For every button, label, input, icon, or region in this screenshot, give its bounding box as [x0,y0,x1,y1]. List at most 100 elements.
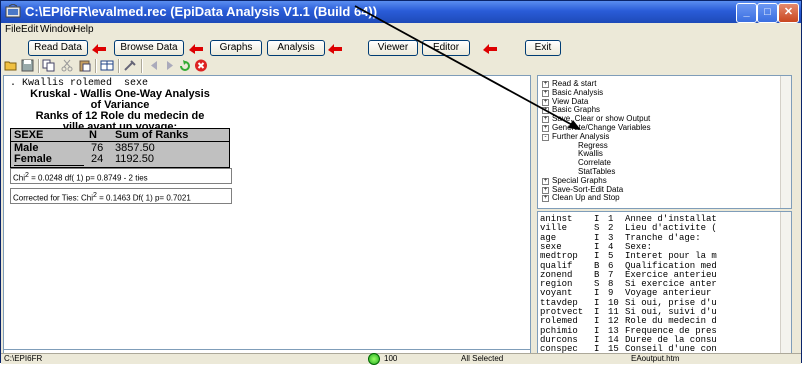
ranks-table: SEXE N Sum of Ranks Male 76 3857.50 Fema… [10,128,230,168]
cut-icon[interactable] [60,59,74,72]
tree-node-label: Read & start [552,79,597,88]
menu-window[interactable]: Window [40,24,76,35]
tree-node[interactable]: Special Graphs [552,176,607,185]
chi-square-result: Chi2 = 0.0248 df( 1) p= 0.8749 - 2 ties [10,168,232,184]
tree-node[interactable]: Save-Sort-Edit Data [552,185,623,194]
title-bar[interactable]: C:\EPI6FR\evalmed.rec (EpiData Analysis … [1,1,801,23]
forward-icon[interactable] [163,59,177,72]
expand-icon[interactable]: + [542,125,549,132]
menu-edit[interactable]: Edit [21,24,38,35]
tree-node[interactable]: View Data [552,97,588,106]
analysis-button[interactable]: Analysis [267,40,325,56]
status-bar: C:\EPI6FR 100 All Selected EAoutput.htm [1,353,801,365]
tools-icon[interactable] [123,59,137,72]
red-arrow-icon [92,44,106,54]
read-data-button[interactable]: Read Data [28,40,88,56]
expand-icon[interactable]: + [542,98,549,106]
tree-node[interactable]: Correlate [578,158,611,167]
status-output-file: EAoutput.htm [631,354,680,363]
status-selection: All Selected [461,354,504,363]
expand-icon[interactable]: + [542,81,549,88]
stop-icon[interactable] [194,59,208,72]
tree-node-label: StatTables [578,167,616,176]
expand-icon[interactable]: + [542,177,549,185]
tree-node[interactable]: Regress [578,141,608,150]
refresh-icon[interactable] [178,59,192,72]
app-icon[interactable] [5,4,21,20]
exit-button[interactable]: Exit [525,40,561,56]
table-header-sum-ranks: Sum of Ranks [115,129,189,141]
browse-data-button[interactable]: Browse Data [114,40,184,56]
chi-label: Chi [13,173,26,183]
tree-node-label: Generate/Change Variables [552,123,651,132]
back-icon[interactable] [147,59,161,72]
save-icon[interactable] [21,59,35,72]
chi-values: = 0.1463 Df( 1) p= 0.7021 [96,193,191,203]
output-pane[interactable]: . Kwallis rolemed sexe Kruskal - Wallis … [3,75,531,350]
maximize-button[interactable]: □ [757,3,778,23]
icon-toolbar [1,57,801,75]
open-folder-icon[interactable] [4,59,18,72]
close-button[interactable]: ✕ [778,3,799,23]
tree-node[interactable]: Kwallis [578,149,603,158]
menu-help[interactable]: Help [73,24,94,35]
tree-node[interactable]: Read & start [552,79,596,88]
expand-icon[interactable]: + [542,89,549,97]
status-path: C:\EPI6FR [4,354,43,363]
status-led-icon [368,353,380,365]
status-record-count: 100 [384,354,398,363]
tree-node[interactable]: Clean Up and Stop [552,193,620,202]
expand-icon[interactable]: + [542,195,549,203]
expand-icon[interactable]: + [542,107,549,115]
tree-node-label: View Data [552,96,589,106]
table-cell: Female [14,153,52,165]
expand-icon[interactable]: + [542,116,549,124]
tree-node[interactable]: StatTables [578,167,615,176]
tree-node-label: Clean Up and Stop [552,193,620,203]
table-cell: 24 [91,153,104,165]
command-toolbar: Read Data Browse Data Graphs Analysis Vi… [1,38,801,57]
tree-node[interactable]: Further Analysis [552,132,609,141]
corrected-chi-square-result: Corrected for Ties: Chi2 = 0.1463 Df( 1)… [10,188,232,204]
chi-values: = 0.0248 df( 1) p= 0.8749 - 2 ties [28,173,148,183]
graphs-button[interactable]: Graphs [210,40,262,56]
tree-node[interactable]: Save, Clear or show Output [552,114,650,123]
result-title: Kruskal - Wallis One-Way Analysis of Var… [10,89,230,133]
window-title: C:\EPI6FR\evalmed.rec (EpiData Analysis … [25,4,378,19]
viewer-button[interactable]: Viewer [368,40,418,56]
expand-icon[interactable]: + [542,186,549,194]
tree-node-label: Kwallis [578,149,603,159]
editor-button[interactable]: Editor [422,40,470,56]
tree-node[interactable]: Basic Analysis [552,88,603,97]
paste-icon[interactable] [78,59,92,72]
table-footer-rule [14,165,84,166]
toolbar-separator [118,59,120,73]
tree-node[interactable]: Generate/Change Variables [552,123,651,132]
variable-list: aninst I 1 Annee d'installat ville S 2 Lieu d'a… [537,211,792,355]
menu-bar: File Edit Window Help [1,23,801,38]
tree-node[interactable]: Basic Graphs [552,105,600,114]
tree-node-label: Basic Analysis [552,87,604,97]
tree-node-label: Regress [578,140,608,150]
tree-scrollbar[interactable] [780,76,791,208]
application-window: C:\EPI6FR\evalmed.rec (EpiData Analysis … [0,0,802,365]
variable-scrollbar[interactable] [780,212,791,354]
tree-node-label: Save-Sort-Edit Data [552,184,624,194]
tree-node-label: Basic Graphs [552,105,601,115]
tree-node-label: Correlate [578,158,611,168]
red-arrow-icon [328,44,342,54]
table-cell: 1192.50 [115,153,154,165]
chi-label: Corrected for Ties: Chi [13,193,94,203]
red-arrow-icon [189,44,203,54]
table-header-n: N [89,129,97,141]
collapse-icon[interactable]: - [542,133,549,141]
menu-file[interactable]: File [5,24,21,35]
copy-icon[interactable] [42,59,56,72]
minimize-button[interactable]: _ [736,3,757,23]
red-arrow-icon [483,44,497,54]
table-header-sexe: SEXE [14,129,44,141]
chi-square-text: Chi2 = 0.0248 df( 1) p= 0.8749 - 2 ties [13,172,148,183]
tree-node-label: Further Analysis [552,131,610,141]
table-icon[interactable] [100,59,114,72]
toolbar-separator [95,59,97,73]
